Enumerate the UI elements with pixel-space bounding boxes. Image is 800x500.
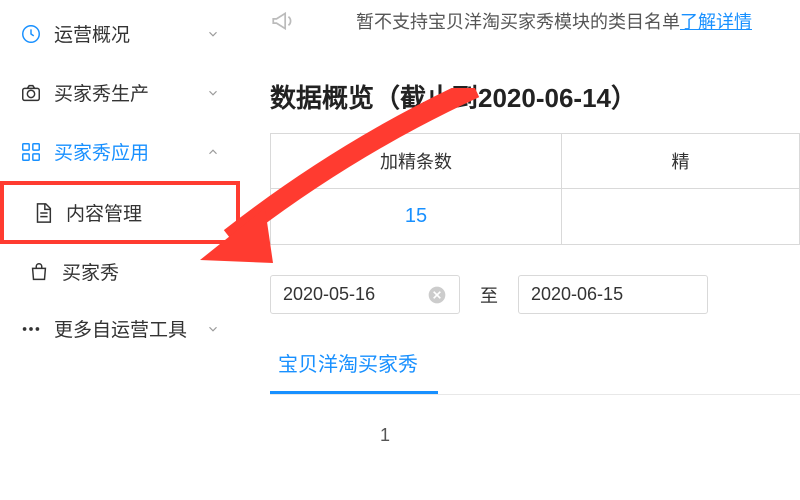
date-separator: 至: [480, 282, 498, 308]
main-content: 暂不支持宝贝洋淘买家秀模块的类目名单 了解详情 数据概览（截止到2020-06-…: [240, 0, 800, 500]
data-overview-table: 加精条数 精 15: [270, 133, 800, 245]
document-icon: [32, 202, 54, 224]
more-icon: [20, 318, 42, 340]
bag-icon: [28, 261, 50, 283]
sidebar: 运营概况 买家秀生产 买家秀应用: [0, 0, 240, 500]
sidebar-item-label: 买家秀应用: [54, 138, 206, 165]
sidebar-item-overview[interactable]: 运营概况: [0, 4, 240, 63]
sidebar-item-production[interactable]: 买家秀生产: [0, 63, 240, 122]
chevron-down-icon: [206, 86, 220, 100]
chevron-down-icon: [206, 322, 220, 336]
sidebar-subitem-buyershow[interactable]: 买家秀: [0, 244, 240, 299]
sidebar-item-label: 更多自运营工具: [54, 315, 206, 342]
sidebar-item-label: 运营概况: [54, 20, 206, 47]
clear-icon[interactable]: [427, 285, 447, 305]
notice-text: 暂不支持宝贝洋淘买家秀模块的类目名单: [356, 8, 680, 34]
tabs: 宝贝洋淘买家秀: [270, 336, 800, 395]
sidebar-subitem-label: 买家秀: [62, 258, 119, 285]
notice-bar: 暂不支持宝贝洋淘买家秀模块的类目名单 了解详情: [270, 0, 800, 48]
section-title: 数据概览（截止到2020-06-14）: [270, 78, 800, 115]
sidebar-subitem-label: 内容管理: [66, 199, 142, 226]
date-from-value: 2020-05-16: [283, 284, 375, 305]
date-to-input[interactable]: 2020-06-15: [518, 275, 708, 314]
sidebar-item-application[interactable]: 买家秀应用: [0, 122, 240, 181]
sidebar-subitem-content-mgmt[interactable]: 内容管理: [0, 181, 240, 244]
date-to-value: 2020-06-15: [531, 284, 623, 305]
table-row: 15: [271, 189, 800, 245]
date-from-input[interactable]: 2020-05-16: [270, 275, 460, 314]
sidebar-item-label: 买家秀生产: [54, 79, 206, 106]
notice-link[interactable]: 了解详情: [680, 8, 752, 34]
table-header: 精: [561, 134, 799, 189]
page-number[interactable]: 1: [380, 425, 390, 445]
table-cell[interactable]: 15: [271, 189, 562, 245]
table-header: 加精条数: [271, 134, 562, 189]
tab-buyer-show[interactable]: 宝贝洋淘买家秀: [270, 336, 438, 394]
sidebar-item-more-tools[interactable]: 更多自运营工具: [0, 299, 240, 358]
camera-icon: [20, 82, 42, 104]
pagination: 1: [270, 425, 800, 446]
chevron-up-icon: [206, 145, 220, 159]
table-cell: [561, 189, 799, 245]
date-range-row: 2020-05-16 至 2020-06-15: [270, 275, 800, 314]
dashboard-icon: [20, 23, 42, 45]
bullhorn-icon: [270, 8, 296, 34]
app-icon: [20, 141, 42, 163]
chevron-down-icon: [206, 27, 220, 41]
